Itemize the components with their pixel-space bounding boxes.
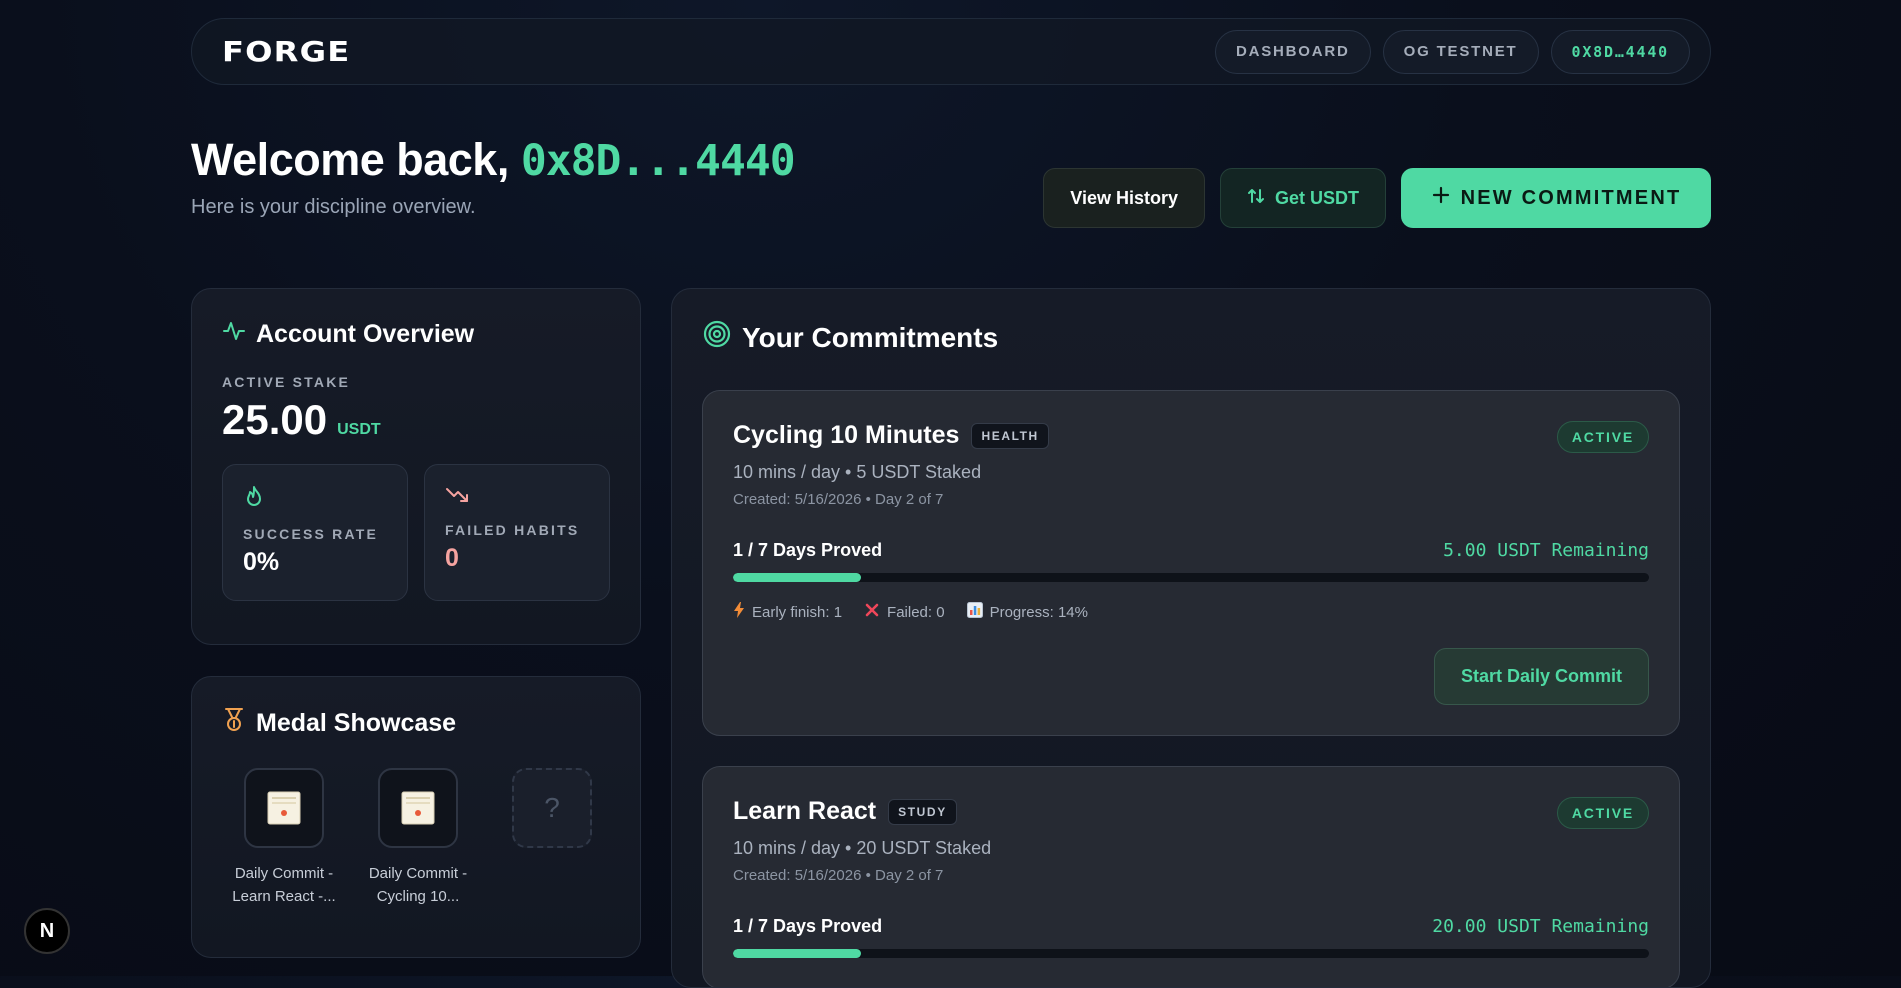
success-rate-label: SUCCESS RATE [243,526,379,542]
locked-medal-slot: ? [512,768,592,848]
medal-caption: Daily Commit - Cycling 10... [366,862,470,909]
success-rate-stat: SUCCESS RATE 0% [222,464,408,601]
page-title: Welcome back, 0x8D...4440 [191,134,796,186]
progress-bar [733,949,1649,958]
medal-caption: Daily Commit - Learn React -... [232,862,336,909]
certificate-icon [267,791,301,825]
commitment-head: Learn React STUDY [733,797,1649,826]
medal-showcase-card: Medal Showcase Daily Commit - Learn Reac… [191,676,641,958]
dev-tools-badge[interactable]: N [24,908,70,954]
progress-bar-fill [733,573,862,582]
medal-thumbnail [244,768,324,848]
commitment-stats: Early finish: 1 Failed: 0 Progress: 14% [733,602,1649,622]
medal-list: Daily Commit - Learn React -... Daily Co… [222,768,610,909]
get-usdt-button[interactable]: Get USDT [1219,168,1386,228]
failed-habits-value: 0 [445,544,459,572]
category-tag: HEALTH [971,422,1049,449]
activity-icon [222,319,246,350]
active-stake-label: ACTIVE STAKE [222,374,351,390]
medal-item[interactable]: Daily Commit - Cycling 10... [366,768,470,909]
medal-thumbnail [378,768,458,848]
flame-icon [243,486,265,513]
medal-showcase-label: Medal Showcase [256,709,457,737]
welcome-section: Welcome back, 0x8D...4440 Here is your d… [191,134,796,219]
stat-grid: SUCCESS RATE 0% FAILED HABITS 0 [222,464,610,601]
active-stake-value: 25.00 [222,396,328,443]
header-actions: View History Get USDT NEW COMMITMENT [1043,168,1711,228]
active-stake-unit: USDT [337,421,381,438]
early-finish-stat: Early finish: 1 [733,602,842,622]
commitment-item: Learn React STUDY ACTIVE 10 mins / day •… [702,766,1680,987]
swap-icon [1247,187,1265,210]
commitments-card: Your Commitments Cycling 10 Minutes HEAL… [671,288,1711,988]
commitment-title: Cycling 10 Minutes [733,421,960,449]
commitment-actions: Start Daily Commit [733,648,1649,705]
commitment-meta: Created: 5/16/2026 • Day 2 of 7 [733,867,944,884]
target-icon [702,319,732,356]
network-badge[interactable]: OG TESTNET [1382,29,1539,74]
top-nav: FORGE DASHBOARD OG TESTNET 0X8D…4440 [191,18,1711,85]
medal-caption-line-1: Daily Commit - [234,865,334,882]
days-proved: 1 / 7 Days Proved [733,540,883,560]
new-commitment-label: NEW COMMITMENT [1460,186,1682,209]
medal-icon [222,707,246,740]
commitment-summary: 10 mins / day • 20 USDT Staked [733,838,992,858]
page-subtitle: Here is your discipline overview. [191,196,476,218]
failed-label: Failed: 0 [887,603,945,621]
certificate-icon [401,791,435,825]
lightning-icon [733,602,745,622]
status-badge: ACTIVE [1556,421,1649,453]
bar-chart-icon [966,602,983,622]
account-overview-label: Account Overview [256,320,475,348]
medal-caption-line-2: Cycling 10... [376,888,460,906]
nav-dashboard[interactable]: DASHBOARD [1214,29,1371,74]
success-rate-value: 0% [243,548,280,576]
new-commitment-button[interactable]: NEW COMMITMENT [1401,168,1711,228]
early-finish-label: Early finish: 1 [752,603,843,621]
forge-logo[interactable]: FORGE [222,35,350,68]
commitment-item: Cycling 10 Minutes HEALTH ACTIVE 10 mins… [702,390,1680,736]
status-badge: ACTIVE [1556,797,1649,829]
trending-down-icon [445,488,471,509]
x-icon [864,602,880,622]
user-address: 0x8D...4440 [520,136,796,186]
days-proved: 1 / 7 Days Proved [733,916,883,936]
usdt-remaining: 20.00 USDT Remaining [1432,916,1649,937]
medal-caption-line-1: Daily Commit - [368,865,468,882]
medal-caption-line-2: Learn React -... [232,888,336,906]
nav-pills: DASHBOARD OG TESTNET 0X8D…4440 [1214,29,1690,74]
progress-stat: Progress: 14% [966,602,1088,622]
category-tag: STUDY [888,798,957,825]
commitment-summary: 10 mins / day • 5 USDT Staked [733,462,982,482]
get-usdt-label: Get USDT [1274,187,1359,208]
wallet-button[interactable]: 0X8D…4440 [1550,29,1690,74]
commitment-meta: Created: 5/16/2026 • Day 2 of 7 [733,491,944,508]
account-overview-card: Account Overview ACTIVE STAKE 25.00 USDT… [191,288,641,645]
medal-item[interactable]: Daily Commit - Learn React -... [232,768,336,909]
commitments-title: Your Commitments [702,319,1680,356]
locked-medal: ? [500,768,604,909]
view-history-button[interactable]: View History [1043,168,1205,228]
failed-stat: Failed: 0 [864,602,945,622]
failed-habits-label: FAILED HABITS [445,522,580,538]
view-history-label: View History [1070,187,1178,208]
medal-showcase-title: Medal Showcase [222,707,610,740]
failed-habits-stat: FAILED HABITS 0 [424,464,610,601]
progress-bar-fill [733,949,862,958]
plus-icon [1431,185,1451,211]
greeting-text: Welcome back, [191,134,509,185]
progress-row: 1 / 7 Days Proved 5.00 USDT Remaining [733,540,1649,561]
commitments-label: Your Commitments [742,321,999,353]
commitment-head: Cycling 10 Minutes HEALTH [733,421,1649,450]
progress-row: 1 / 7 Days Proved 20.00 USDT Remaining [733,916,1649,937]
account-overview-title: Account Overview [222,319,610,350]
progress-label: Progress: 14% [989,603,1088,621]
progress-bar [733,573,1649,582]
commitment-title: Learn React [733,797,877,825]
active-stake: 25.00 USDT [222,396,610,444]
start-daily-commit-button[interactable]: Start Daily Commit [1433,648,1649,705]
usdt-remaining: 5.00 USDT Remaining [1443,540,1649,561]
